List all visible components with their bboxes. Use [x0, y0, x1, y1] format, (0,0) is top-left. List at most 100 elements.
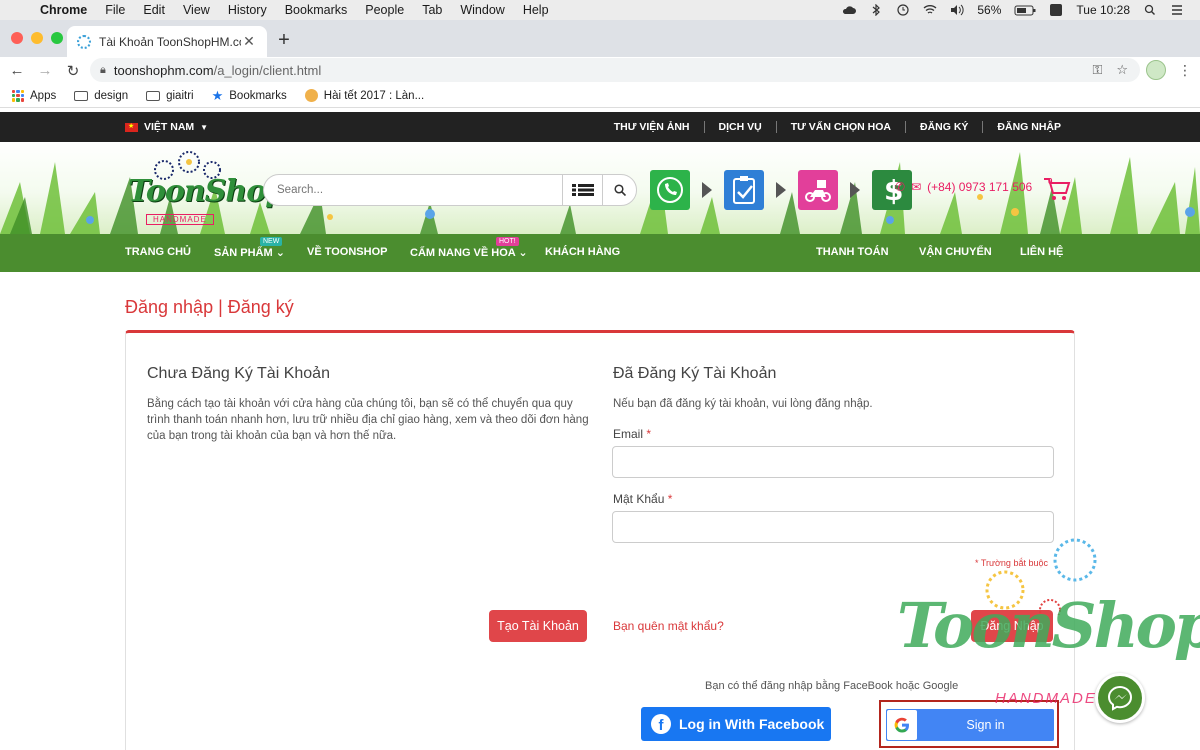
- new-tab-button[interactable]: +: [274, 29, 294, 52]
- smiley-icon: [304, 89, 318, 102]
- address-bar[interactable]: 🔒︎ toonshophm.com/a_login/client.html ⚿ …: [90, 58, 1140, 82]
- main-nav: TRANG CHỦ SẢN PHẨM ⌄ NEW VỀ TOONSHOP CẨM…: [0, 234, 1200, 272]
- bookmark-giaitri[interactable]: giaitri: [146, 89, 194, 102]
- link-register[interactable]: ĐĂNG KÝ: [904, 121, 982, 133]
- login-button[interactable]: Đăng Nhập: [971, 610, 1053, 642]
- step-call[interactable]: [650, 170, 690, 210]
- key-icon[interactable]: ⚿: [1092, 62, 1102, 78]
- delivery-scooter-icon: [805, 180, 831, 202]
- vietnam-flag-icon: [125, 122, 138, 132]
- menu-clock[interactable]: Tue 10:28: [1076, 3, 1130, 17]
- menu-people[interactable]: People: [356, 3, 413, 17]
- mac-menu-bar: Chrome File Edit View History Bookmarks …: [0, 0, 1200, 20]
- chevron-down-icon: ⌄: [275, 247, 285, 259]
- link-gallery[interactable]: THƯ VIỆN ẢNH: [600, 121, 704, 133]
- site-logo[interactable]: ToonShop HANDMADE: [124, 150, 286, 228]
- nav-products[interactable]: SẢN PHẨM ⌄ NEW: [214, 237, 285, 259]
- language-selector[interactable]: VIỆT NAM ▼: [125, 121, 208, 133]
- nav-customers[interactable]: KHÁCH HÀNG: [545, 246, 620, 258]
- star-icon: ★: [211, 87, 224, 103]
- menu-file[interactable]: File: [96, 3, 134, 17]
- step-order[interactable]: [724, 170, 764, 210]
- email-label: Email *: [613, 427, 651, 441]
- cart-count: 0: [1048, 177, 1053, 186]
- lock-icon[interactable]: 🔒︎: [100, 64, 106, 77]
- close-window-button[interactable]: [11, 32, 23, 44]
- menu-bookmarks[interactable]: Bookmarks: [276, 3, 357, 17]
- wifi-icon[interactable]: [923, 4, 937, 16]
- nav-flower-guide[interactable]: CẨM NANG VỀ HOA ⌄ HOT!: [410, 237, 528, 259]
- nav-shipping[interactable]: VẬN CHUYỂN: [919, 246, 992, 258]
- bluetooth-icon[interactable]: [869, 4, 883, 16]
- cloud-icon[interactable]: [842, 4, 857, 16]
- category-list-button[interactable]: [562, 175, 602, 205]
- spotlight-icon[interactable]: [1143, 4, 1157, 16]
- bookmark-apps[interactable]: Apps: [12, 89, 57, 102]
- bookmark-hai-tet[interactable]: Hài tết 2017 : Làn...: [304, 89, 425, 102]
- google-signin-highlight: Sign in: [879, 700, 1059, 748]
- minimize-window-button[interactable]: [31, 32, 43, 44]
- nav-contact[interactable]: LIÊN HỆ: [1020, 246, 1063, 258]
- phone-call-icon: [657, 177, 683, 203]
- bookmark-star-icon[interactable]: ☆: [1116, 62, 1128, 78]
- folder-icon: [146, 90, 161, 101]
- create-account-button[interactable]: Tạo Tài Khoản: [489, 610, 587, 642]
- google-icon: [887, 710, 917, 740]
- input-source-icon[interactable]: [1049, 4, 1063, 16]
- browser-tab[interactable]: Tài Khoản ToonShopHM.com ✕: [67, 26, 267, 57]
- step-arrow-icon: [776, 182, 786, 198]
- link-services[interactable]: DỊCH VỤ: [703, 121, 776, 133]
- login-heading: Đã Đăng Ký Tài Khoản: [613, 365, 777, 382]
- more-menu-icon[interactable]: ⋮: [1178, 62, 1192, 79]
- nav-about[interactable]: VỀ TOONSHOP: [307, 246, 387, 258]
- zoom-window-button[interactable]: [51, 32, 63, 44]
- nav-payment[interactable]: THANH TOÁN: [816, 246, 889, 258]
- site-top-bar: VIỆT NAM ▼ THƯ VIỆN ẢNH DỊCH VỤ TƯ VẤN C…: [0, 112, 1200, 142]
- forward-button[interactable]: →: [34, 62, 56, 79]
- register-description: Bằng cách tạo tài khoản với cửa hàng của…: [147, 398, 589, 442]
- link-flower-advice[interactable]: TƯ VẤN CHỌN HOA: [775, 121, 905, 133]
- menu-history[interactable]: History: [219, 3, 276, 17]
- menu-help[interactable]: Help: [514, 3, 558, 17]
- register-heading: Chưa Đăng Ký Tài Khoản: [147, 365, 330, 382]
- extension-avatar-icon[interactable]: [1146, 60, 1166, 80]
- bookmark-bookmarks[interactable]: ★ Bookmarks: [212, 88, 287, 104]
- close-tab-icon[interactable]: ✕: [241, 33, 257, 50]
- language-label: VIỆT NAM: [144, 121, 195, 133]
- google-signin-button[interactable]: Sign in: [886, 709, 1054, 741]
- hotline[interactable]: ✆ ✉ (+84) 0973 171 506: [895, 180, 1032, 194]
- search-input[interactable]: [264, 184, 562, 196]
- messenger-chat-button[interactable]: [1095, 673, 1145, 723]
- battery-icon[interactable]: [1014, 4, 1036, 16]
- bookmark-label: Apps: [30, 89, 57, 102]
- window-controls: [11, 32, 63, 44]
- forgot-password-link[interactable]: Bạn quên mật khẩu?: [613, 619, 724, 633]
- menu-window[interactable]: Window: [451, 3, 513, 17]
- menu-edit[interactable]: Edit: [134, 3, 174, 17]
- menu-view[interactable]: View: [174, 3, 219, 17]
- bookmark-label: giaitri: [166, 89, 194, 102]
- logo-subtitle: HANDMADE: [146, 214, 214, 225]
- email-field[interactable]: [612, 446, 1054, 478]
- password-field[interactable]: [612, 511, 1054, 543]
- url-path: /a_login/client.html: [213, 62, 322, 78]
- volume-icon[interactable]: [950, 4, 964, 16]
- clock-icon[interactable]: [896, 4, 910, 16]
- email-label-text: Email: [613, 427, 644, 441]
- nav-home[interactable]: TRANG CHỦ: [125, 246, 191, 258]
- step-delivery[interactable]: [798, 170, 838, 210]
- required-asterisk: *: [667, 492, 673, 506]
- login-description: Nếu bạn đã đăng ký tài khoản, vui lòng đ…: [613, 398, 873, 410]
- link-login[interactable]: ĐĂNG NHẬP: [982, 121, 1075, 133]
- back-button[interactable]: ←: [6, 62, 28, 79]
- notification-center-icon[interactable]: [1170, 4, 1184, 16]
- nav-flower-guide-label: CẨM NANG VỀ HOA: [410, 247, 516, 259]
- facebook-login-button[interactable]: f Log in With Facebook: [641, 707, 831, 741]
- bookmark-design[interactable]: design: [74, 90, 128, 102]
- menu-tab[interactable]: Tab: [413, 3, 451, 17]
- search-button[interactable]: [602, 175, 636, 205]
- reload-button[interactable]: ↻: [62, 62, 84, 80]
- folder-icon: [74, 90, 89, 101]
- bookmark-label: Hài tết 2017 : Làn...: [323, 89, 425, 102]
- menu-app-name[interactable]: Chrome: [36, 3, 96, 17]
